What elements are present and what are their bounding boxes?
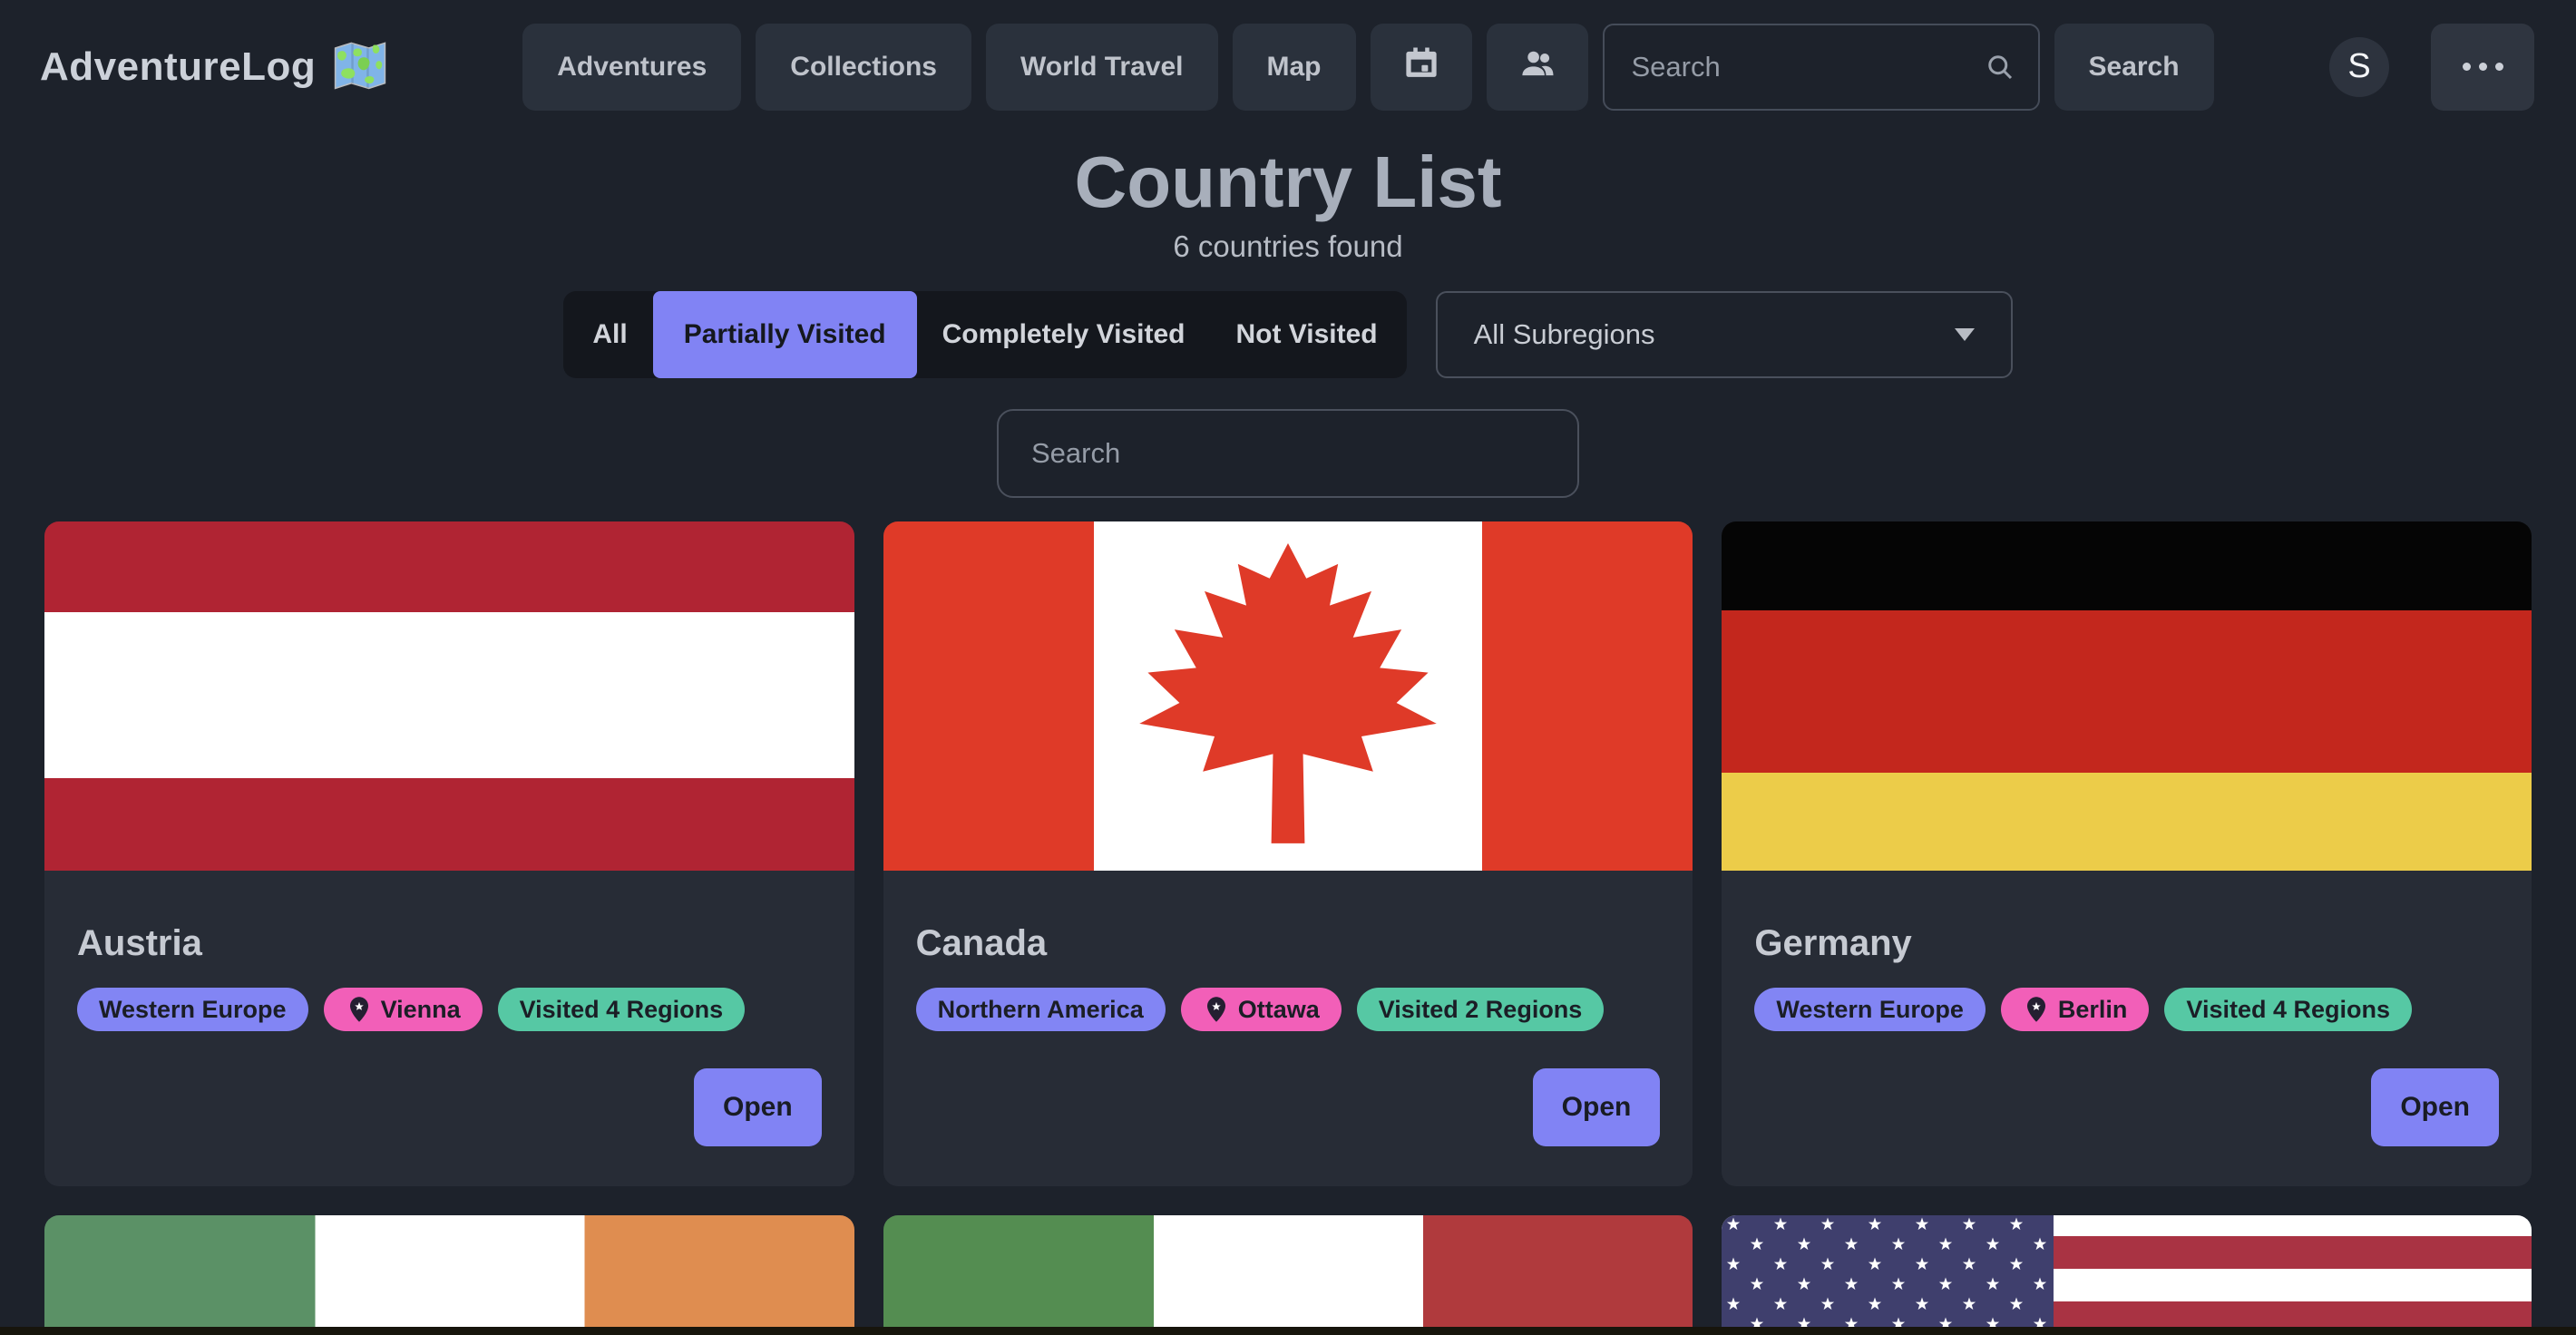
badge-row: Western Europe Vienna Visited 4 Regions — [77, 988, 822, 1031]
tab-not-visited[interactable]: Not Visited — [1210, 291, 1402, 378]
nav-map-button[interactable]: Map — [1233, 24, 1356, 111]
visit-filter-tabs: All Partially Visited Completely Visited… — [563, 291, 1406, 378]
country-name: Canada — [916, 923, 1661, 964]
filter-row: All Partially Visited Completely Visited… — [0, 291, 2576, 378]
country-name: Germany — [1754, 923, 2499, 964]
usa-flag — [1722, 1215, 2532, 1335]
brand-name: AdventureLog — [40, 44, 316, 90]
ellipsis-icon — [2463, 63, 2503, 71]
users-button[interactable] — [1487, 24, 1588, 111]
region-badge: Northern America — [916, 988, 1166, 1031]
visited-regions-badge: Visited 2 Regions — [1357, 988, 1605, 1031]
germany-flag — [1722, 521, 2532, 871]
open-button[interactable]: Open — [694, 1068, 822, 1146]
tab-all[interactable]: All — [567, 291, 652, 378]
navbar: AdventureLog Adventures Collections Worl… — [0, 0, 2576, 133]
tab-completely-visited[interactable]: Completely Visited — [917, 291, 1211, 378]
subregion-dropdown[interactable]: All Subregions — [1436, 291, 2013, 378]
country-card-austria: Austria Western Europe Vienna Visited 4 … — [44, 521, 854, 1186]
nav-adventures-button[interactable]: Adventures — [522, 24, 741, 111]
open-button[interactable]: Open — [2371, 1068, 2499, 1146]
map-pin-icon — [2023, 996, 2050, 1023]
usa-flag-canton — [1722, 1215, 2054, 1335]
viewport-bottom-edge — [0, 1327, 2576, 1335]
card-body: Austria Western Europe Vienna Visited 4 … — [44, 923, 854, 1031]
page-title: Country List — [0, 141, 2576, 224]
austria-flag — [44, 521, 854, 871]
country-card-germany: Germany Western Europe Berlin Visited 4 … — [1722, 521, 2532, 1186]
chevron-down-icon — [1955, 328, 1975, 341]
region-badge: Western Europe — [1754, 988, 1986, 1031]
overflow-menu-button[interactable] — [2431, 24, 2534, 111]
capital-name: Ottawa — [1238, 996, 1320, 1024]
canada-flag — [883, 521, 1693, 871]
region-badge: Western Europe — [77, 988, 308, 1031]
navbar-search-input[interactable] — [1603, 24, 2040, 111]
search-button[interactable]: Search — [2054, 24, 2214, 111]
map-pin-icon — [346, 996, 373, 1023]
users-icon — [1518, 44, 1556, 90]
country-card-partial-italy — [883, 1215, 1693, 1335]
world-map-emoji-icon — [334, 41, 386, 93]
capital-badge: Ottawa — [1181, 988, 1342, 1031]
avatar[interactable]: S — [2329, 37, 2389, 97]
country-grid: Austria Western Europe Vienna Visited 4 … — [44, 521, 2532, 1335]
navbar-search — [1603, 24, 2040, 111]
ireland-flag — [44, 1215, 854, 1335]
country-search-row — [0, 409, 2576, 498]
badge-row: Western Europe Berlin Visited 4 Regions — [1754, 988, 2499, 1031]
nav-collections-button[interactable]: Collections — [756, 24, 971, 111]
nav-links: Adventures Collections World Travel Map — [522, 24, 1587, 111]
capital-name: Berlin — [2058, 996, 2128, 1024]
card-body: Canada Northern America Ottawa Visited 2… — [883, 923, 1693, 1031]
capital-name: Vienna — [381, 996, 461, 1024]
country-card-partial-ireland — [44, 1215, 854, 1335]
visited-regions-badge: Visited 4 Regions — [498, 988, 746, 1031]
open-button[interactable]: Open — [1533, 1068, 1661, 1146]
brand[interactable]: AdventureLog — [40, 41, 386, 93]
country-card-canada: Canada Northern America Ottawa Visited 2… — [883, 521, 1693, 1186]
search-icon — [1984, 51, 2016, 83]
visited-regions-badge: Visited 4 Regions — [2164, 988, 2412, 1031]
badge-row: Northern America Ottawa Visited 2 Region… — [916, 988, 1661, 1031]
italy-flag — [883, 1215, 1693, 1335]
maple-leaf-icon — [1121, 537, 1455, 856]
capital-badge: Berlin — [2001, 988, 2150, 1031]
tab-partially-visited[interactable]: Partially Visited — [653, 291, 917, 378]
calendar-button[interactable] — [1371, 24, 1472, 111]
card-body: Germany Western Europe Berlin Visited 4 … — [1722, 923, 2532, 1031]
country-name: Austria — [77, 923, 822, 964]
countries-found-count: 6 countries found — [0, 229, 2576, 264]
capital-badge: Vienna — [324, 988, 483, 1031]
nav-world-travel-button[interactable]: World Travel — [986, 24, 1218, 111]
map-pin-icon — [1203, 996, 1230, 1023]
subregion-dropdown-value: All Subregions — [1474, 318, 1655, 351]
country-search-input[interactable] — [997, 409, 1579, 498]
calendar-icon — [1402, 44, 1440, 90]
country-card-partial-usa — [1722, 1215, 2532, 1335]
